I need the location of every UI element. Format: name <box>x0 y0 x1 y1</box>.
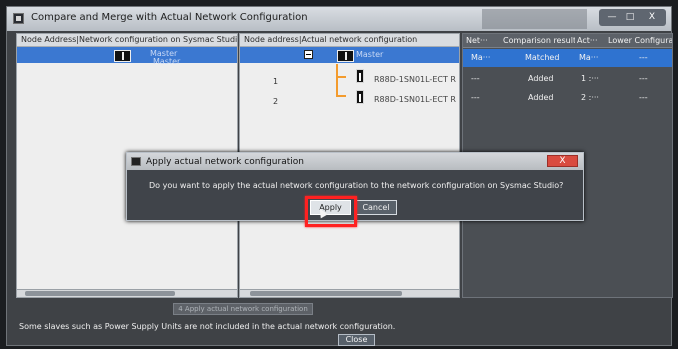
node-address-2: 2 <box>273 97 279 106</box>
comparison-cell: Matched <box>525 53 560 62</box>
network-branch-2 <box>336 95 346 97</box>
lower-cell: --- <box>639 93 648 102</box>
footer-note: Some slaves such as Power Supply Units a… <box>19 322 396 331</box>
lower-cell: --- <box>639 74 648 83</box>
close-window-button[interactable]: X <box>643 11 661 24</box>
dialog-close-button[interactable]: X <box>547 155 578 167</box>
network-branch-1 <box>336 76 346 78</box>
net-column-header: Net··· <box>466 36 488 45</box>
table-row[interactable]: Ma··· Matched Ma··· --- <box>463 49 672 67</box>
dialog-title-bar: Apply actual network configuration X <box>127 153 583 170</box>
table-row[interactable]: --- Added 2 :··· --- <box>463 89 672 107</box>
table-row[interactable]: --- Added 1 :··· --- <box>463 70 672 88</box>
net-cell: --- <box>471 93 480 102</box>
dialog-message: Do you want to apply the actual network … <box>149 181 564 190</box>
window-controls: — □ X <box>599 9 666 26</box>
net-cell: Ma··· <box>471 53 491 62</box>
actual-master-label: Master <box>356 50 384 59</box>
middle-pane-header: Node address|Actual network configuratio… <box>240 34 459 47</box>
actual-column-header: Act··· <box>577 36 598 45</box>
left-pane-header: Node Address|Network configuration on Sy… <box>17 34 237 47</box>
master-device-icon <box>114 50 131 62</box>
servo-drive-icon-2 <box>356 90 364 104</box>
actual-master-icon <box>337 50 354 62</box>
apply-highlight-box <box>305 196 357 227</box>
comparison-table-header: Net··· Comparison result Act··· Lower Co… <box>463 34 672 48</box>
net-cell: --- <box>471 74 480 83</box>
app-icon <box>13 13 24 24</box>
actual-cell: 1 :··· <box>581 74 599 83</box>
actual-cell: Ma··· <box>579 53 599 62</box>
master-label-bottom: Master <box>153 57 181 66</box>
servo-drive-icon-1 <box>356 69 364 83</box>
dialog-window-icon <box>131 157 141 166</box>
comparison-cell: Added <box>528 93 554 102</box>
window-title-bar: Compare and Merge with Actual Network Co… <box>7 7 671 31</box>
maximize-button[interactable]: □ <box>623 11 637 24</box>
collapse-icon[interactable] <box>304 50 313 59</box>
lower-configuration-header: Lower Configuratio <box>608 36 672 45</box>
lower-cell: --- <box>639 53 648 62</box>
left-scroll-thumb[interactable] <box>25 291 175 296</box>
minimize-button[interactable]: — <box>605 11 619 24</box>
network-link-line <box>336 64 338 97</box>
compare-merge-window: Compare and Merge with Actual Network Co… <box>6 6 673 346</box>
comparison-cell: Added <box>528 74 554 83</box>
close-button[interactable]: Close <box>338 334 375 346</box>
middle-scroll-thumb[interactable] <box>250 291 402 296</box>
device-name-2: R88D-1SN01L-ECT R <box>374 95 456 104</box>
dialog-title: Apply actual network configuration <box>146 157 304 167</box>
middle-horizontal-scrollbar[interactable] <box>240 289 459 297</box>
device-name-1: R88D-1SN01L-ECT R <box>374 75 456 84</box>
comparison-result-header: Comparison result <box>503 36 575 45</box>
actual-cell: 2 :··· <box>581 93 599 102</box>
node-address-1: 1 <box>273 77 279 86</box>
cancel-button[interactable]: Cancel <box>355 200 397 215</box>
left-horizontal-scrollbar[interactable] <box>17 289 237 297</box>
blurred-title-area <box>482 9 587 29</box>
window-title: Compare and Merge with Actual Network Co… <box>31 12 308 23</box>
apply-actual-network-configuration-button[interactable]: 4 Apply actual network configuration <box>173 303 313 315</box>
